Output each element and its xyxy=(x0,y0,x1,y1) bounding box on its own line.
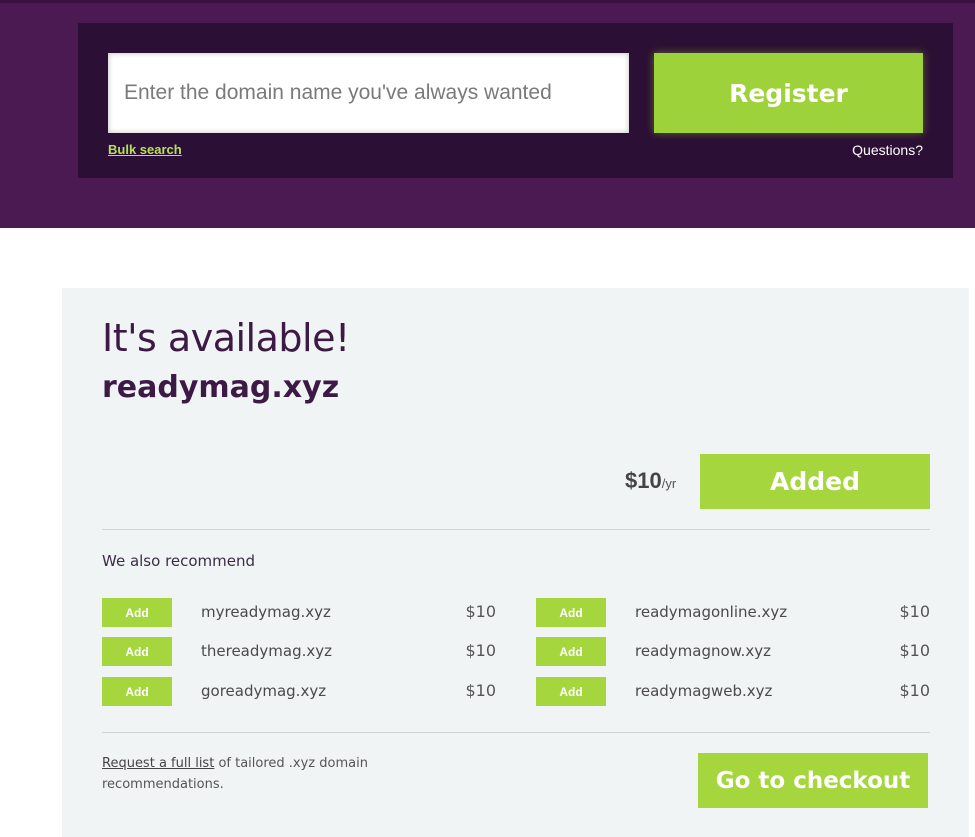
add-domain-button[interactable]: Add xyxy=(536,598,606,627)
availability-title: It's available! xyxy=(102,316,350,360)
add-domain-button[interactable]: Add xyxy=(102,637,172,666)
recommended-price: $10 xyxy=(899,641,930,660)
price-unit: /yr xyxy=(661,476,677,491)
go-to-checkout-button[interactable]: Go to checkout xyxy=(698,753,928,808)
recommended-domain: readymagnow.xyz xyxy=(635,642,771,660)
recommended-price: $10 xyxy=(465,602,496,621)
header-band: Register Bulk search Questions? xyxy=(0,0,975,228)
recommended-domain: readymagonline.xyz xyxy=(635,603,788,621)
recommendation-row: Add readymagweb.xyz $10 xyxy=(536,677,930,706)
bulk-search-link[interactable]: Bulk search xyxy=(108,142,182,157)
recommendation-row: Add readymagonline.xyz $10 xyxy=(536,598,930,627)
divider-top xyxy=(102,529,930,530)
request-full-list-link[interactable]: Request a full list xyxy=(102,756,214,771)
search-result-card: It's available! readymag.xyz $10/yr Adde… xyxy=(62,288,969,837)
add-domain-button[interactable]: Add xyxy=(102,677,172,706)
header-top-line xyxy=(0,0,975,3)
domain-price: $10/yr xyxy=(625,468,676,494)
recommended-price: $10 xyxy=(899,602,930,621)
recommendation-row: Add goreadymag.xyz $10 xyxy=(102,677,496,706)
searched-domain: readymag.xyz xyxy=(102,370,340,405)
add-domain-button[interactable]: Add xyxy=(536,637,606,666)
recommendation-row: Add myreadymag.xyz $10 xyxy=(102,598,496,627)
add-domain-button[interactable]: Add xyxy=(536,677,606,706)
divider-bottom xyxy=(102,732,930,733)
full-list-note: Request a full list of tailored .xyz dom… xyxy=(102,753,402,795)
recommended-price: $10 xyxy=(465,641,496,660)
register-button[interactable]: Register xyxy=(654,53,923,133)
recommendation-row: Add readymagnow.xyz $10 xyxy=(536,637,930,666)
recommended-domain: myreadymag.xyz xyxy=(201,603,331,621)
recommended-price: $10 xyxy=(465,681,496,700)
add-domain-button[interactable]: Add xyxy=(102,598,172,627)
recommended-domain: goreadymag.xyz xyxy=(201,682,327,700)
questions-link[interactable]: Questions? xyxy=(852,142,923,158)
domain-search-panel: Register Bulk search Questions? xyxy=(78,23,953,178)
recommended-price: $10 xyxy=(899,681,930,700)
recommendation-row: Add thereadymag.xyz $10 xyxy=(102,637,496,666)
added-button[interactable]: Added xyxy=(700,454,930,509)
price-amount: $10 xyxy=(625,468,662,493)
recommend-heading: We also recommend xyxy=(102,552,256,570)
domain-search-input[interactable] xyxy=(108,53,629,133)
recommended-domain: thereadymag.xyz xyxy=(201,642,332,660)
recommended-domain: readymagweb.xyz xyxy=(635,682,773,700)
